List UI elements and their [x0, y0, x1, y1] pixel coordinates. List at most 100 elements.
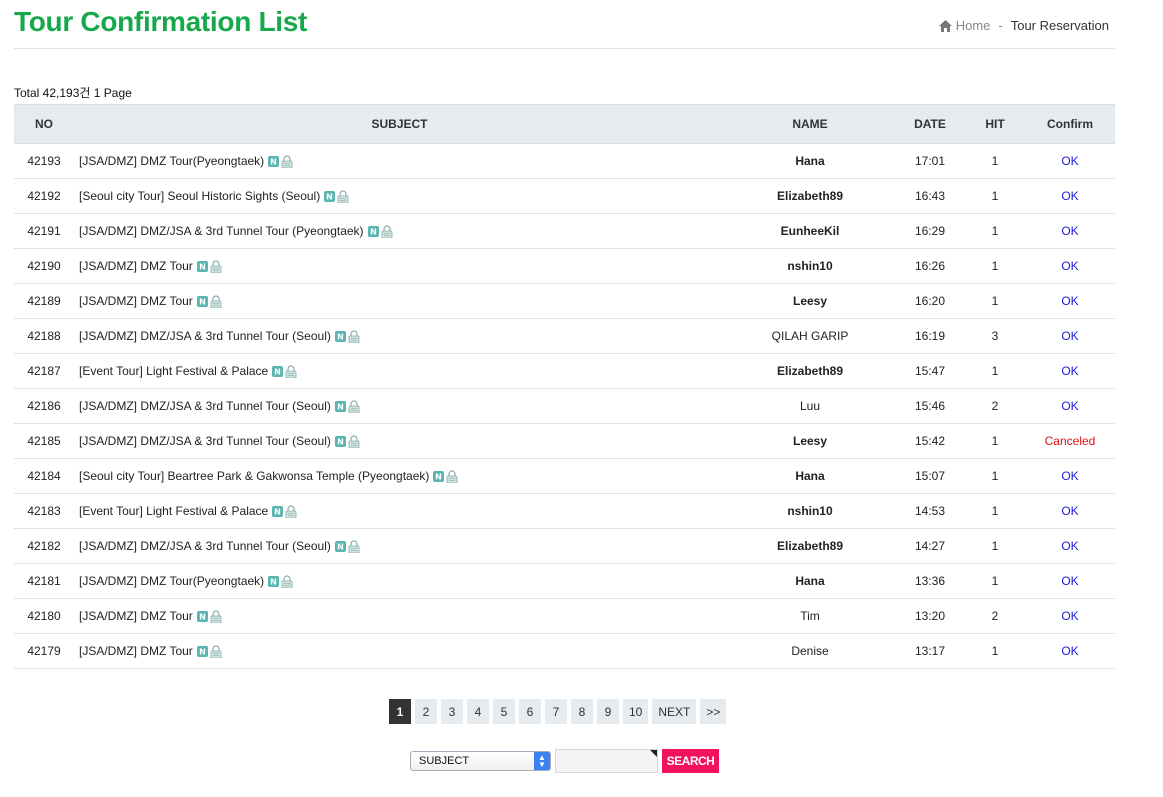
page-link-7[interactable]: 7 — [545, 699, 567, 724]
row-no: 42186 — [27, 399, 61, 413]
home-icon — [938, 19, 952, 32]
search-input[interactable] — [555, 749, 658, 773]
header-divider — [14, 48, 1115, 49]
page-link-9[interactable]: 9 — [597, 699, 619, 724]
svg-text:N: N — [337, 333, 344, 342]
row-name: EunheeKil — [780, 224, 840, 238]
table-row[interactable]: 42181 [JSA/DMZ] DMZ Tour(Pyeongtaek) N Hana… — [14, 564, 1115, 599]
row-subject-link[interactable]: [Seoul city Tour] Beartree Park & Gakwon… — [79, 469, 429, 483]
page: Tour Confirmation List Home - Tour Reser… — [0, 0, 1163, 797]
page-last-button[interactable]: >> — [700, 699, 727, 724]
lock-icon — [348, 540, 360, 553]
table-row[interactable]: 42185 [JSA/DMZ] DMZ/JSA & 3rd Tunnel Tour… — [14, 424, 1115, 459]
table-row[interactable]: 42192 [Seoul city Tour] Seoul Historic Si… — [14, 179, 1115, 214]
svg-text:N: N — [270, 578, 277, 587]
svg-text:N: N — [270, 158, 277, 167]
row-hit: 1 — [991, 434, 999, 448]
row-no: 42179 — [27, 644, 61, 658]
new-badge-icon: N — [334, 331, 346, 342]
breadcrumb-home[interactable]: Home — [938, 18, 991, 33]
table-row[interactable]: 42183 [Event Tour] Light Festival & Palac… — [14, 494, 1115, 529]
breadcrumb-home-label[interactable]: Home — [956, 18, 991, 33]
row-hit: 1 — [991, 504, 999, 518]
page-link-2[interactable]: 2 — [415, 699, 437, 724]
row-subject-link[interactable]: [JSA/DMZ] DMZ/JSA & 3rd Tunnel Tour (Seo… — [79, 539, 331, 553]
row-subject-link[interactable]: [JSA/DMZ] DMZ/JSA & 3rd Tunnel Tour (Pye… — [79, 224, 364, 238]
table-row[interactable]: 42180 [JSA/DMZ] DMZ Tour N Tim 13:20 2 OK — [14, 599, 1115, 634]
svg-text:N: N — [274, 368, 281, 377]
table-row[interactable]: 42188 [JSA/DMZ] DMZ/JSA & 3rd Tunnel Tour… — [14, 319, 1115, 354]
row-confirm-status: OK — [1061, 469, 1079, 483]
table-row[interactable]: 42189 [JSA/DMZ] DMZ Tour N Leesy 16:20 1 OK — [14, 284, 1115, 319]
row-subject-cell: [JSA/DMZ] DMZ/JSA & 3rd Tunnel Tour (Seo… — [74, 319, 725, 354]
lock-icon — [210, 260, 222, 273]
row-name: Hana — [795, 469, 825, 483]
page-link-1[interactable]: 1 — [389, 699, 411, 724]
row-no: 42180 — [27, 609, 61, 623]
row-no: 42185 — [27, 434, 61, 448]
row-subject-link[interactable]: [JSA/DMZ] DMZ Tour — [79, 609, 193, 623]
page-link-6[interactable]: 6 — [519, 699, 541, 724]
page-link-8[interactable]: 8 — [571, 699, 593, 724]
lock-icon — [348, 330, 360, 343]
header-no: NO — [14, 104, 74, 144]
new-badge-icon: N — [268, 576, 280, 587]
row-confirm-status: OK — [1061, 294, 1079, 308]
lock-icon — [281, 155, 293, 168]
page-link-4[interactable]: 4 — [467, 699, 489, 724]
new-badge-icon: N — [196, 261, 208, 272]
row-subject-link[interactable]: [JSA/DMZ] DMZ/JSA & 3rd Tunnel Tour (Seo… — [79, 329, 331, 343]
row-hit: 1 — [991, 644, 999, 658]
header-confirm: Confirm — [1025, 104, 1115, 144]
row-name: Elizabeth89 — [776, 189, 844, 203]
row-subject-link[interactable]: [Event Tour] Light Festival & Palace — [79, 504, 268, 518]
page-link-5[interactable]: 5 — [493, 699, 515, 724]
search-field-select[interactable]: SUBJECT ▲ ▼ — [410, 751, 551, 771]
table-row[interactable]: 42193 [JSA/DMZ] DMZ Tour(Pyeongtaek) N Hana… — [14, 144, 1115, 179]
page-link-3[interactable]: 3 — [441, 699, 463, 724]
row-name: Leesy — [792, 434, 828, 448]
new-badge-icon: N — [433, 471, 445, 482]
search-button[interactable]: SEARCH — [662, 749, 719, 773]
row-subject-link[interactable]: [JSA/DMZ] DMZ Tour — [79, 294, 193, 308]
row-subject-link[interactable]: [JSA/DMZ] DMZ Tour — [79, 644, 193, 658]
row-subject-link[interactable]: [JSA/DMZ] DMZ Tour — [79, 259, 193, 273]
row-hit: 1 — [991, 539, 999, 553]
svg-text:N: N — [436, 473, 443, 482]
svg-text:N: N — [199, 613, 206, 622]
svg-text:N: N — [337, 403, 344, 412]
table-row[interactable]: 42179 [JSA/DMZ] DMZ Tour N Denise 13:17 1 OK — [14, 634, 1115, 669]
row-subject-cell: [JSA/DMZ] DMZ Tour N — [74, 599, 725, 634]
row-no: 42187 — [27, 364, 61, 378]
total-count: Total 42,193건 1 Page — [14, 86, 132, 100]
row-subject-link[interactable]: [JSA/DMZ] DMZ Tour(Pyeongtaek) — [79, 574, 264, 588]
page-link-10[interactable]: 10 — [623, 699, 649, 724]
row-date: 14:53 — [914, 504, 946, 518]
row-subject-link[interactable]: [JSA/DMZ] DMZ Tour(Pyeongtaek) — [79, 154, 264, 168]
row-confirm-status: OK — [1061, 259, 1079, 273]
header-date: DATE — [895, 104, 965, 144]
row-confirm-status: OK — [1061, 399, 1079, 413]
table-row[interactable]: 42190 [JSA/DMZ] DMZ Tour Nnshin10 16:26 1 OK — [14, 249, 1115, 284]
table-header: NO SUBJECT NAME DATE HIT Confirm — [14, 104, 1115, 144]
table-row[interactable]: 42184 [Seoul city Tour] Beartree Park & G… — [14, 459, 1115, 494]
table-body: 42193 [JSA/DMZ] DMZ Tour(Pyeongtaek) N Hana… — [14, 144, 1115, 669]
row-no: 42192 — [27, 189, 61, 203]
lock-icon — [210, 645, 222, 658]
row-subject-link[interactable]: [Event Tour] Light Festival & Palace — [79, 364, 268, 378]
lock-icon — [285, 505, 297, 518]
row-date: 13:36 — [914, 574, 946, 588]
row-subject-link[interactable]: [JSA/DMZ] DMZ/JSA & 3rd Tunnel Tour (Seo… — [79, 434, 331, 448]
row-hit: 3 — [991, 329, 999, 343]
table-row[interactable]: 42191 [JSA/DMZ] DMZ/JSA & 3rd Tunnel Tour… — [14, 214, 1115, 249]
table-row[interactable]: 42187 [Event Tour] Light Festival & Palac… — [14, 354, 1115, 389]
row-subject-link[interactable]: [JSA/DMZ] DMZ/JSA & 3rd Tunnel Tour (Seo… — [79, 399, 331, 413]
table-row[interactable]: 42182 [JSA/DMZ] DMZ/JSA & 3rd Tunnel Tour… — [14, 529, 1115, 564]
search-field-select-value: SUBJECT — [419, 755, 470, 767]
row-confirm-status: OK — [1061, 154, 1079, 168]
page-next-button[interactable]: NEXT — [652, 699, 697, 724]
row-confirm-status: OK — [1061, 504, 1079, 518]
row-subject-link[interactable]: [Seoul city Tour] Seoul Historic Sights … — [79, 189, 320, 203]
lock-icon — [337, 190, 349, 203]
table-row[interactable]: 42186 [JSA/DMZ] DMZ/JSA & 3rd Tunnel Tour… — [14, 389, 1115, 424]
